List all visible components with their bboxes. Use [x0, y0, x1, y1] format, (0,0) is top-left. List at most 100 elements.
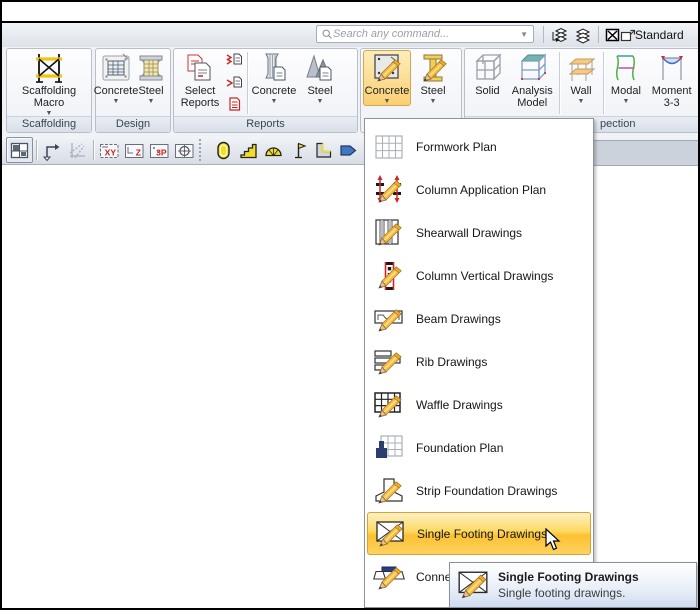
drawings-concrete-button[interactable]: Concrete ▼: [363, 50, 411, 106]
coord-xy-button[interactable]: XY: [97, 138, 122, 162]
menu-item-label: Strip Foundation Drawings: [416, 484, 557, 498]
group-label-scaffolding: Scaffolding: [7, 116, 91, 132]
button-label: Concrete: [94, 85, 139, 97]
tooltip: Single Footing Drawings Single footing d…: [449, 562, 697, 608]
concrete-section-pencil-icon: [370, 51, 404, 85]
menu-item-label: Column Application Plan: [416, 183, 546, 197]
button-label: Analysis Model: [508, 85, 557, 109]
rib-drawings-icon: [373, 346, 405, 378]
dome-tool-button[interactable]: [261, 138, 286, 162]
layers-icon[interactable]: [574, 26, 592, 44]
stairs-tool-icon: [238, 140, 259, 161]
search-icon: [321, 28, 333, 40]
button-label: Steel: [307, 85, 332, 97]
reports-concrete-button[interactable]: Concrete ▼: [250, 50, 298, 105]
separator: [36, 140, 37, 160]
coord-rotate-button[interactable]: [172, 138, 197, 162]
modal-button[interactable]: Modal ▼: [605, 50, 646, 105]
select-reports-icon: [183, 51, 217, 85]
menu-item-strip-foundation-drawings[interactable]: Strip Foundation Drawings: [365, 469, 593, 512]
moment-diagram-icon: [655, 51, 689, 85]
wall-button[interactable]: Wall ▼: [562, 50, 601, 105]
report-page-icon[interactable]: [226, 96, 243, 113]
menu-item-column-vertical-drawings[interactable]: Column Vertical Drawings: [365, 254, 593, 297]
menu-item-column-application-plan[interactable]: Column Application Plan: [365, 168, 593, 211]
quick-access-bar: Search any command... ▼ Standard: [2, 23, 698, 48]
svg-text:Z: Z: [136, 147, 141, 157]
viewports-button[interactable]: [6, 137, 33, 163]
viewports-icon: [9, 140, 30, 161]
column-tool-button[interactable]: [211, 138, 236, 162]
menu-item-waffle-drawings[interactable]: Waffle Drawings: [365, 383, 593, 426]
select-reports-button[interactable]: Select Reports: [176, 50, 224, 109]
separator: [598, 26, 599, 43]
search-placeholder: Search any command...: [333, 28, 517, 40]
column-vertical-drawings-icon: [373, 260, 405, 292]
profile-selector[interactable]: Standard: [635, 23, 684, 47]
coord-z-button[interactable]: Z: [122, 138, 147, 162]
waffle-drawings-icon: [373, 389, 405, 421]
dropdown-arrow-icon: ▼: [622, 97, 629, 105]
button-label: Wall: [571, 85, 592, 97]
report-add-icon[interactable]: [226, 74, 243, 91]
modal-shape-icon: [609, 51, 643, 85]
solid-model-icon: [470, 51, 504, 85]
coord-rotate-icon: [174, 140, 195, 161]
wall-model-icon: [564, 51, 598, 85]
steel-beam-pencil-icon: [416, 51, 450, 85]
button-label: Solid: [475, 85, 499, 97]
ucs-button[interactable]: [40, 138, 65, 162]
beam-drawings-icon: [373, 303, 405, 335]
menu-item-formwork-plan[interactable]: Formwork Plan: [365, 125, 593, 168]
menu-item-beam-drawings[interactable]: Beam Drawings: [365, 297, 593, 340]
button-label: Concrete: [252, 85, 297, 97]
separator: [559, 52, 560, 114]
drawings-steel-button[interactable]: Steel ▼: [411, 50, 455, 105]
toolbar-grip[interactable]: [199, 139, 209, 161]
shearwall-drawings-icon: [373, 217, 405, 249]
docked-panel-header: [594, 140, 700, 166]
menu-item-rib-drawings[interactable]: Rib Drawings: [365, 340, 593, 383]
design-steel-button[interactable]: Steel ▼: [134, 50, 168, 105]
angle-tool-button[interactable]: [311, 138, 336, 162]
scaffolding-macro-button[interactable]: Scaffolding Macro ▼: [12, 50, 86, 117]
analysis-model-button[interactable]: Analysis Model: [508, 50, 557, 109]
separator: [543, 26, 544, 43]
button-label: Concrete: [365, 85, 410, 97]
separator: [93, 140, 94, 160]
design-concrete-button[interactable]: Concrete ▼: [98, 50, 134, 105]
coord-3p-icon: 3P: [149, 140, 170, 161]
menu-item-shearwall-drawings[interactable]: Shearwall Drawings: [365, 211, 593, 254]
menu-item-label: Shearwall Drawings: [416, 226, 522, 240]
svg-text:XY: XY: [105, 147, 117, 157]
button-label: Moment 3-3: [646, 85, 697, 109]
dropdown-arrow-icon: ▼: [271, 97, 278, 105]
polygon-tool-button[interactable]: [336, 138, 361, 162]
menu-item-foundation-plan[interactable]: Foundation Plan: [365, 426, 593, 469]
reports-steel-button[interactable]: Steel ▼: [298, 50, 342, 105]
moment-3-3-button[interactable]: Moment 3-3: [646, 50, 697, 109]
grid-axes-button[interactable]: [65, 138, 90, 162]
tooltip-title: Single Footing Drawings: [498, 570, 639, 584]
report-add-all-icon[interactable]: [226, 51, 243, 68]
solid-button[interactable]: Solid: [467, 50, 508, 97]
group-label-reports: Reports: [174, 116, 357, 132]
steel-table-icon: [134, 51, 168, 85]
angle-tool-icon: [313, 140, 334, 161]
button-label: Modal: [611, 85, 641, 97]
coord-3p-button[interactable]: 3P: [147, 138, 172, 162]
dropdown-arrow-icon: ▼: [317, 97, 324, 105]
stairs-tool-button[interactable]: [236, 138, 261, 162]
foundation-plan-icon: [373, 432, 405, 464]
ribbon-group-scaffolding: Scaffolding Macro ▼ Scaffolding: [6, 48, 92, 133]
search-input[interactable]: Search any command... ▼: [316, 25, 534, 43]
layers-forward-icon[interactable]: [551, 26, 569, 44]
dropdown-arrow-icon: ▼: [148, 97, 155, 105]
strip-foundation-drawings-icon: [373, 475, 405, 507]
pin-tool-icon: [288, 140, 309, 161]
polygon-tool-icon: [338, 140, 359, 161]
search-dropdown-icon[interactable]: ▼: [517, 30, 531, 39]
report-small-buttons: [224, 50, 245, 114]
pin-tool-button[interactable]: [286, 138, 311, 162]
mouse-cursor: [545, 528, 565, 552]
